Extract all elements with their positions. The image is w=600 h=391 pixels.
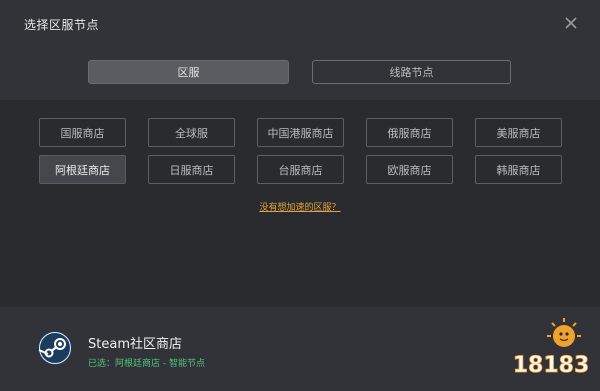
- tab-region[interactable]: 区服: [88, 60, 289, 84]
- region-select-dialog: 选择区服节点 区服 线路节点 国服商店 全球服 中国港服商店 俄服商店 美服商店…: [0, 0, 600, 391]
- region-button-eu[interactable]: 欧服商店: [366, 155, 453, 184]
- region-button-us[interactable]: 美服商店: [475, 118, 562, 147]
- title-bar: 选择区服节点: [0, 0, 600, 48]
- footer-status: Steam社区商店 已选：阿根廷商店 - 智能节点 18183: [0, 307, 600, 391]
- region-button-jp[interactable]: 日服商店: [148, 155, 235, 184]
- tab-line-node[interactable]: 线路节点: [312, 60, 511, 84]
- dialog-title: 选择区服节点: [24, 18, 100, 32]
- region-grid: 国服商店 全球服 中国港服商店 俄服商店 美服商店 阿根廷商店 日服商店 台服商…: [0, 100, 600, 307]
- region-button-kr[interactable]: 韩服商店: [475, 155, 562, 184]
- region-button-tw[interactable]: 台服商店: [257, 155, 344, 184]
- suggest-region-link[interactable]: 没有想加速的区服？: [0, 200, 600, 213]
- region-button-cn[interactable]: 国服商店: [39, 118, 126, 147]
- selected-node-status: 已选：阿根廷商店 - 智能节点: [88, 359, 205, 369]
- region-button-ar[interactable]: 阿根廷商店: [39, 155, 126, 184]
- region-button-hk[interactable]: 中国港服商店: [257, 118, 344, 147]
- close-button[interactable]: [558, 10, 584, 36]
- watermark-logo: 18183: [512, 312, 590, 386]
- svg-text:18183: 18183: [513, 353, 590, 378]
- region-button-ru[interactable]: 俄服商店: [366, 118, 453, 147]
- close-icon: [565, 17, 577, 29]
- tab-bar: 区服 线路节点: [0, 48, 600, 100]
- game-name: Steam社区商店: [88, 337, 182, 352]
- steam-logo-icon: [37, 330, 73, 366]
- region-button-global[interactable]: 全球服: [148, 118, 235, 147]
